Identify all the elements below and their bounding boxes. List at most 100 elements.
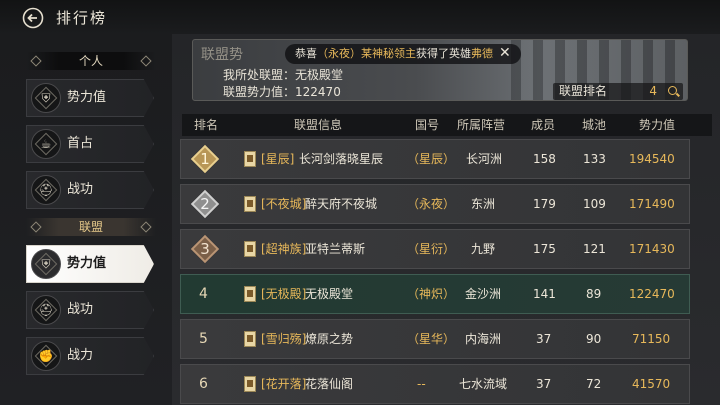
col-nation: 国号: [415, 118, 440, 132]
cities: 72: [586, 377, 602, 391]
power: 171490: [629, 197, 675, 211]
members: 37: [536, 332, 552, 346]
power: 41570: [632, 377, 671, 391]
power: 71150: [632, 332, 671, 346]
alliance-name: 亚特兰蒂斯: [305, 242, 366, 256]
broadcast-notice: 恭喜（永夜）某神秘领主获得了英雄弗德: [285, 44, 521, 64]
armor-icon: ⛨: [31, 249, 61, 279]
col-members: 成员: [531, 118, 556, 132]
table-row[interactable]: 3 [超神族] 亚特兰蒂斯 （星衍） 九野 175 121 171430: [180, 229, 690, 269]
members: 141: [533, 287, 556, 301]
alliance-tag: [星辰]: [261, 152, 295, 166]
rank-number: 1: [200, 150, 210, 168]
camp: 内海洲: [465, 332, 502, 346]
my-power-value: 122470: [295, 85, 341, 99]
helmet-icon: ⛑: [31, 295, 61, 325]
section-personal-header: 个人: [26, 52, 156, 70]
alliance-name: 燎原之势: [305, 332, 354, 346]
nav-personal-power[interactable]: ⛨ 势力值: [26, 79, 154, 117]
banner-flag-icon: [244, 331, 256, 347]
cities: 133: [583, 152, 606, 166]
members: 37: [536, 377, 552, 391]
banner-flag-icon: [244, 151, 256, 167]
power: 194540: [629, 152, 675, 166]
rank-number: 5: [199, 331, 208, 347]
alliance-banner: 联盟势 恭喜（永夜）某神秘领主获得了英雄弗德 ✕ 我所处联盟：无极殿堂 联盟势力…: [192, 39, 688, 101]
nation: （星衍）: [407, 242, 456, 256]
notice-mid: 获得了英雄: [416, 47, 471, 60]
my-alliance-name: 无极殿堂: [295, 68, 344, 82]
banner-flag-icon: [244, 286, 256, 302]
banner-flag-icon: [244, 196, 256, 212]
alliance-name: 长河剑落晓星辰: [299, 152, 384, 166]
nation: （星辰）: [407, 152, 456, 166]
rank-number: 3: [200, 240, 210, 258]
nation: （神炽）: [407, 287, 456, 301]
close-icon[interactable]: ✕: [499, 46, 511, 60]
rank-number: 4: [199, 286, 208, 302]
cities: 90: [586, 332, 602, 346]
alliance-tag: [雪归殇]: [261, 332, 307, 346]
members: 175: [533, 242, 556, 256]
ranking-panel: 联盟势 恭喜（永夜）某神秘领主获得了英雄弗德 ✕ 我所处联盟：无极殿堂 联盟势力…: [172, 34, 720, 405]
power: 122470: [629, 287, 675, 301]
nav-alliance-power[interactable]: ⛨ 势力值: [26, 245, 154, 283]
fist-icon: ✊: [31, 341, 61, 371]
search-icon[interactable]: [668, 86, 677, 95]
banner-flag-icon: [244, 241, 256, 257]
gold-medal-icon: 1: [190, 144, 220, 174]
nation: （星华）: [407, 332, 456, 346]
silver-medal-icon: 2: [190, 189, 220, 219]
my-alliance-line: 我所处联盟：无极殿堂: [223, 66, 343, 83]
alliance-tag: [超神族]: [261, 242, 307, 256]
nav-label: 势力值: [67, 90, 107, 105]
notice-prefix: 恭喜: [295, 47, 317, 60]
table-header: 排名 联盟信息 国号 所属阵营 成员 城池 势力值: [182, 114, 712, 136]
nation: （永夜）: [407, 197, 456, 211]
notice-lord: 某神秘领主: [361, 47, 416, 60]
camp: 东洲: [471, 197, 496, 211]
table-row[interactable]: 6 [花开落] 花落仙阁 -- 七水流域 37 72 41570: [180, 364, 690, 404]
nav-personal-merit[interactable]: ⛑ 战功: [26, 171, 154, 209]
nav-personal-first-capture[interactable]: ☕ 首占: [26, 125, 154, 163]
alliance-rank-search[interactable]: 联盟排名 4: [553, 83, 683, 100]
rank-number: 2: [200, 195, 210, 213]
back-arrow-icon[interactable]: [22, 7, 44, 29]
alliance-tag: [无极殿]: [261, 287, 307, 301]
cities: 121: [583, 242, 606, 256]
section-alliance-header: 联盟: [26, 218, 156, 236]
table-row[interactable]: 2 [不夜城] 醉天府不夜城 （永夜） 东洲 179 109 171490: [180, 184, 690, 224]
banner-flag-icon: [244, 376, 256, 392]
col-alliance-info: 联盟信息: [294, 118, 343, 132]
alliance-tag: [花开落]: [261, 377, 307, 391]
nav-label: 战功: [67, 182, 94, 197]
nav-alliance-combat-power[interactable]: ✊ 战力: [26, 337, 154, 375]
nav-label: 战力: [67, 348, 94, 363]
notice-hero: 弗德: [471, 47, 493, 60]
sidebar: 个人 ⛨ 势力值 ☕ 首占 ⛑ 战功 联盟 ⛨ 势力值 ⛑ 战功 ✊ 战力: [0, 34, 172, 405]
notice-nation: （永夜）: [317, 47, 361, 60]
page-title: 排行榜: [56, 9, 108, 27]
camp: 金沙洲: [465, 287, 502, 301]
rank-value: 4: [649, 84, 657, 98]
banner-tag: 联盟势: [201, 47, 243, 63]
nav-label: 战功: [67, 302, 94, 317]
alliance-name: 醉天府不夜城: [305, 197, 378, 211]
table-row[interactable]: 1 [星辰] 长河剑落晓星辰 （星辰） 长河洲 158 133 194540: [180, 139, 690, 179]
armor-icon: ⛨: [31, 83, 61, 113]
rank-number: 6: [199, 376, 208, 392]
alliance-name: 花落仙阁: [305, 377, 354, 391]
nav-alliance-merit[interactable]: ⛑ 战功: [26, 291, 154, 329]
table-row-my-alliance[interactable]: 4 [无极殿] 无极殿堂 （神炽） 金沙洲 141 89 122470: [180, 274, 690, 314]
camp: 长河洲: [466, 152, 503, 166]
table-row[interactable]: 5 [雪归殇] 燎原之势 （星华） 内海洲 37 90 71150: [180, 319, 690, 359]
tea-icon: ☕: [31, 129, 61, 159]
my-alliance-label: 我所处联盟：: [223, 68, 296, 82]
camp: 七水流域: [459, 377, 508, 391]
nav-label: 势力值: [67, 256, 107, 271]
top-bar: 排行榜: [0, 0, 720, 34]
nation: --: [417, 377, 426, 391]
col-camp: 所属阵营: [457, 118, 506, 132]
col-power: 势力值: [639, 118, 676, 132]
col-cities: 城池: [582, 118, 607, 132]
